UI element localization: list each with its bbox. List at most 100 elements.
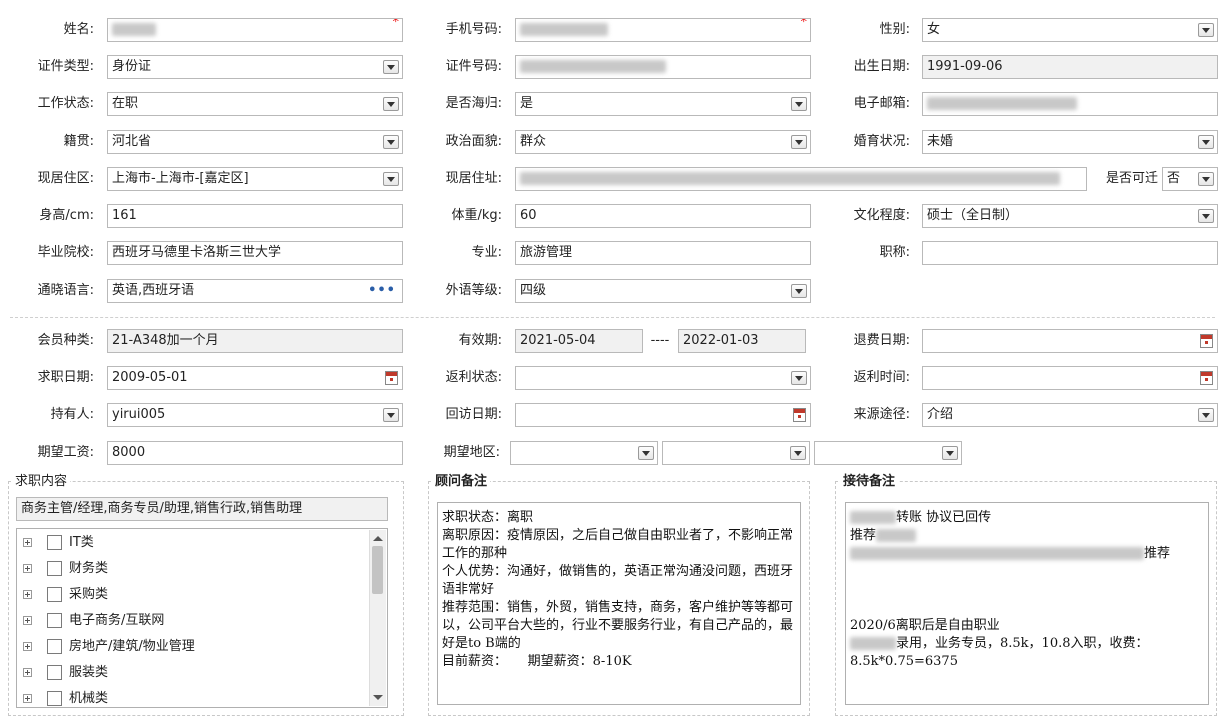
expand-icon[interactable] (23, 668, 32, 677)
checkbox[interactable] (47, 665, 62, 680)
chevron-down-icon[interactable] (1198, 23, 1214, 37)
id-type-select[interactable]: 身份证 (107, 55, 403, 79)
birth-field: 1991-09-06 (922, 55, 1218, 79)
chevron-down-icon[interactable] (1198, 172, 1214, 186)
title-label: 职称: (879, 245, 910, 260)
email-input[interactable] (922, 92, 1218, 116)
lang-level-select[interactable]: 四级 (515, 279, 811, 303)
major-input[interactable]: 旅游管理 (515, 241, 811, 265)
region-select-1[interactable] (510, 441, 658, 465)
birth-label: 出生日期: (853, 59, 910, 74)
chevron-down-icon[interactable] (383, 172, 399, 186)
gender-value: 女 (927, 22, 941, 37)
name-input[interactable]: * (107, 18, 403, 42)
id-no-input[interactable] (515, 55, 811, 79)
checkbox[interactable] (47, 639, 62, 654)
gender-label: 性别: (879, 22, 910, 37)
marital-select[interactable]: 未婚 (922, 130, 1218, 154)
jobdate-input[interactable]: 2009-05-01 (107, 366, 403, 390)
scrollbar[interactable] (369, 530, 386, 706)
reception-text: 2020/6离职后是自由职业 (850, 618, 1000, 633)
region-select-2[interactable] (662, 441, 810, 465)
chevron-down-icon[interactable] (790, 446, 806, 460)
expand-icon[interactable] (23, 590, 32, 599)
language-input[interactable]: 英语,西班牙语 ••• (107, 279, 403, 303)
chevron-down-icon[interactable] (791, 284, 807, 298)
rebate-status-select[interactable] (515, 366, 811, 390)
scrollbar-thumb[interactable] (372, 546, 383, 594)
tree-item-label: 采购类 (69, 587, 109, 602)
chevron-down-icon[interactable] (791, 97, 807, 111)
tree-item[interactable]: 采购类 (23, 584, 363, 606)
reception-text: 录用，业务专员，8.5k，10.8入职，收费： (896, 636, 1149, 651)
tree-item[interactable]: 电子商务/互联网 (23, 610, 363, 632)
rebate-time-input[interactable] (922, 366, 1218, 390)
job-category-tree[interactable]: IT类 财务类 采购类 电子商务/互联网 房地产/建筑/物业管理 服装类 机械类 (16, 528, 388, 708)
checkbox[interactable] (47, 613, 62, 628)
political-select[interactable]: 群众 (515, 130, 811, 154)
advisor-note-textarea[interactable]: 求职状态：离职 离职原因：疫情原因，之后自己做自由职业者了，不影响正常工作的那种… (437, 502, 801, 705)
scroll-down-icon[interactable] (373, 695, 383, 700)
holder-select[interactable]: yirui005 (107, 403, 403, 427)
tree-item[interactable]: 机械类 (23, 688, 363, 707)
valid-to-field: 2022-01-03 (678, 329, 806, 353)
expand-icon[interactable] (23, 538, 32, 547)
chevron-down-icon[interactable] (383, 135, 399, 149)
visit-date-input[interactable] (515, 403, 811, 427)
tree-item[interactable]: 房地产/建筑/物业管理 (23, 636, 363, 658)
residence-select[interactable]: 上海市-上海市-[嘉定区] (107, 167, 403, 191)
checkbox[interactable] (47, 561, 62, 576)
tree-item[interactable]: 服装类 (23, 662, 363, 684)
height-label: 身高/cm: (39, 208, 94, 223)
chevron-down-icon[interactable] (383, 408, 399, 422)
title-input[interactable] (922, 241, 1218, 265)
tree-item-label: 房地产/建筑/物业管理 (69, 639, 195, 654)
source-select[interactable]: 介绍 (922, 403, 1218, 427)
refund-label: 退费日期: (853, 333, 910, 348)
rebate-status-label: 返利状态: (445, 370, 502, 385)
relocate-select[interactable]: 否 (1162, 167, 1218, 191)
chevron-down-icon[interactable] (383, 60, 399, 74)
refund-date-input[interactable] (922, 329, 1218, 353)
chevron-down-icon[interactable] (1198, 135, 1214, 149)
education-select[interactable]: 硕士（全日制） (922, 204, 1218, 228)
chevron-down-icon[interactable] (383, 97, 399, 111)
native-select[interactable]: 河北省 (107, 130, 403, 154)
chevron-down-icon[interactable] (638, 446, 654, 460)
calendar-icon[interactable] (385, 371, 398, 385)
jobdate-label: 求职日期: (37, 370, 94, 385)
chevron-down-icon[interactable] (791, 371, 807, 385)
expand-icon[interactable] (23, 642, 32, 651)
reception-note-textarea[interactable]: 转账 协议已回传 推荐 推荐 2020/6离职后是自由职业 录用，业务专员，8.… (845, 502, 1209, 705)
returnee-select[interactable]: 是 (515, 92, 811, 116)
salary-input[interactable]: 8000 (107, 441, 403, 465)
chevron-down-icon[interactable] (942, 446, 958, 460)
tree-item[interactable]: IT类 (23, 532, 363, 554)
weight-input[interactable]: 60 (515, 204, 811, 228)
chevron-down-icon[interactable] (1198, 209, 1214, 223)
checkbox[interactable] (47, 587, 62, 602)
expand-icon[interactable] (23, 694, 32, 703)
calendar-icon[interactable] (1200, 371, 1213, 385)
expand-icon[interactable] (23, 564, 32, 573)
tree-item[interactable]: 财务类 (23, 558, 363, 580)
scroll-up-icon[interactable] (373, 536, 383, 541)
checkbox[interactable] (47, 691, 62, 706)
phone-input[interactable]: * (515, 18, 811, 42)
calendar-icon[interactable] (1200, 334, 1213, 348)
political-label: 政治面貌: (445, 134, 502, 149)
calendar-icon[interactable] (793, 408, 806, 422)
work-status-select[interactable]: 在职 (107, 92, 403, 116)
gender-select[interactable]: 女 (922, 18, 1218, 42)
more-icon[interactable]: ••• (368, 284, 396, 297)
id-type-label: 证件类型: (37, 59, 94, 74)
address-input[interactable] (515, 167, 1087, 191)
chevron-down-icon[interactable] (1198, 408, 1214, 422)
chevron-down-icon[interactable] (791, 135, 807, 149)
region-select-3[interactable] (814, 441, 962, 465)
expand-icon[interactable] (23, 616, 32, 625)
school-input[interactable]: 西班牙马德里卡洛斯三世大学 (107, 241, 403, 265)
checkbox[interactable] (47, 535, 62, 550)
education-value: 硕士（全日制） (927, 208, 1019, 223)
height-input[interactable]: 161 (107, 204, 403, 228)
